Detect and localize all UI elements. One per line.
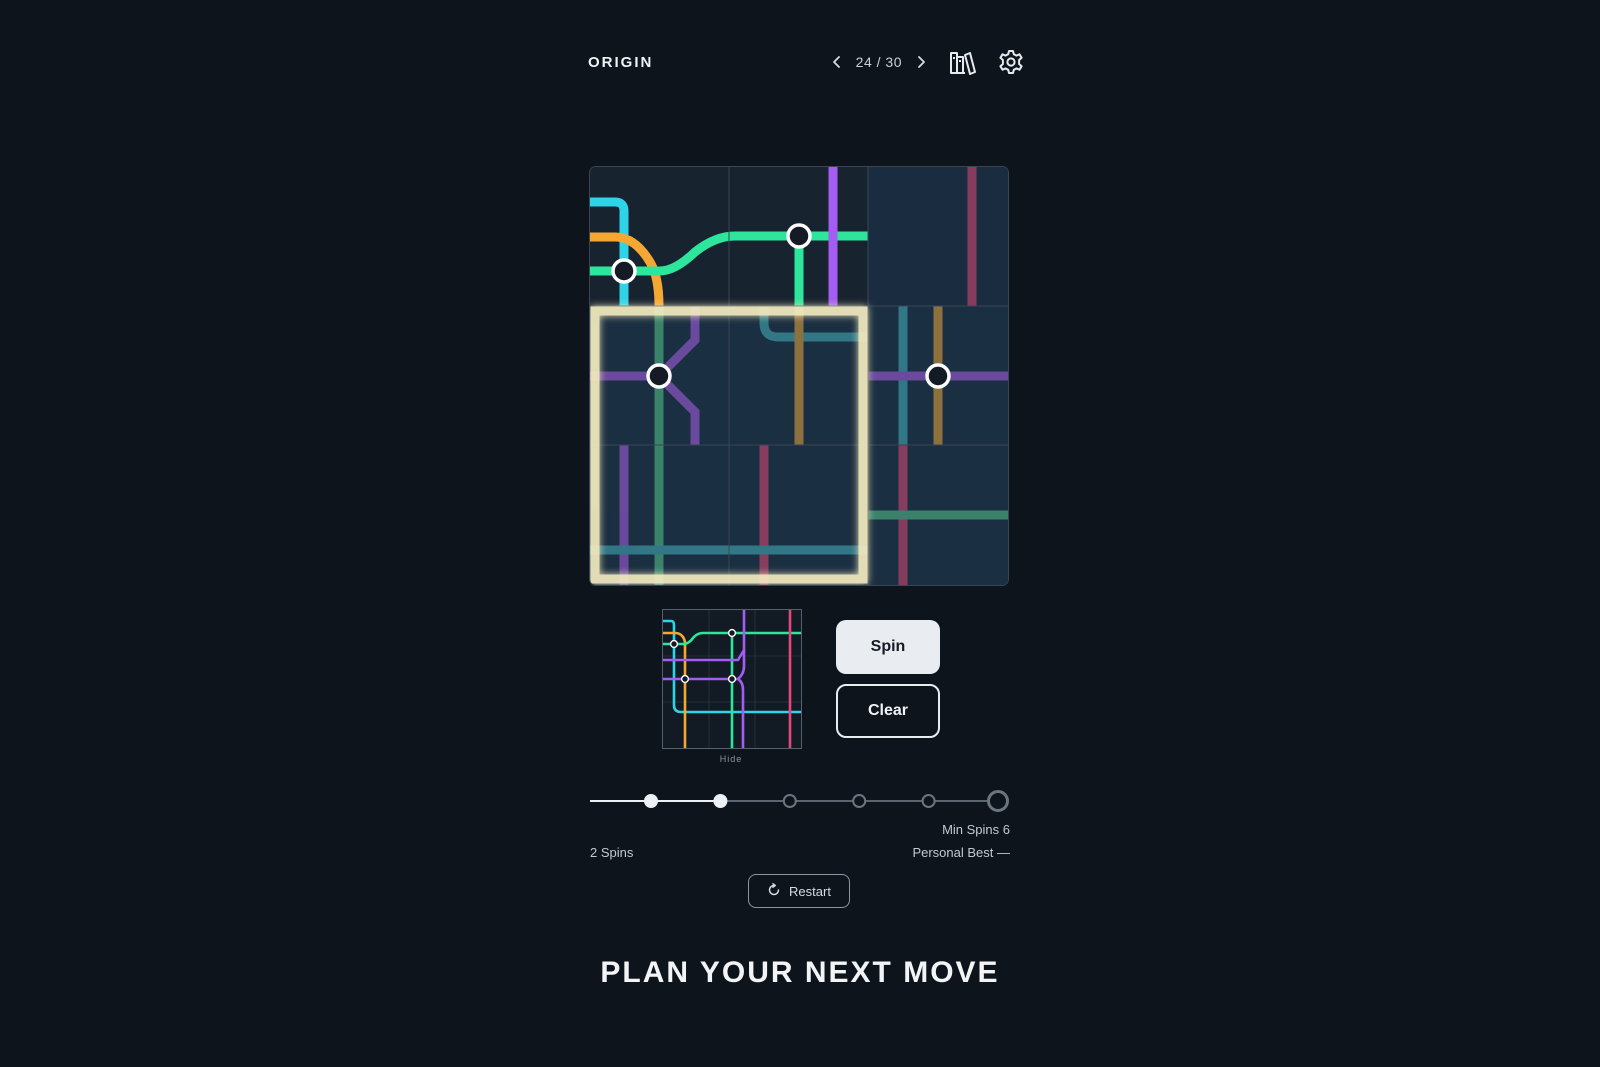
progress-step-dot [782, 794, 797, 808]
board-tile[interactable] [729, 445, 868, 585]
target-preview[interactable] [662, 609, 802, 749]
min-spins-label: Min Spins 6 [942, 822, 1010, 837]
chevron-left-icon[interactable] [828, 53, 846, 71]
header-bar: ORIGIN 24 / 30 [588, 46, 1026, 78]
clear-button[interactable]: Clear [836, 684, 940, 738]
preview-hide-toggle[interactable]: Hide [662, 754, 800, 764]
progress-step-dot [987, 790, 1009, 812]
progress-step-dot [921, 794, 936, 808]
personal-best-label: Personal Best — [912, 845, 1010, 860]
board-tile[interactable] [868, 167, 1008, 306]
station-node [611, 258, 637, 284]
preview-node [727, 628, 737, 638]
level-counter: 24 / 30 [855, 54, 902, 70]
restart-label: Restart [789, 883, 831, 899]
preview-line [737, 677, 745, 748]
header-controls: 24 / 30 [828, 47, 1026, 77]
board-canvas[interactable] [590, 167, 1008, 585]
preview-node [669, 639, 679, 649]
preview-node [727, 674, 737, 684]
station-node [925, 363, 951, 389]
app-title: ORIGIN [588, 53, 654, 71]
gear-icon[interactable] [996, 47, 1026, 77]
puzzle-board[interactable] [590, 167, 1008, 585]
spin-progress-track [590, 786, 1010, 816]
progress-step-dot [644, 794, 658, 808]
station-node [646, 363, 672, 389]
chevron-right-icon[interactable] [912, 53, 930, 71]
refresh-icon [767, 882, 781, 900]
preview-node [680, 674, 690, 684]
spin-button[interactable]: Spin [836, 620, 940, 674]
station-node [786, 223, 812, 249]
progress-step-dot [713, 794, 728, 808]
books-icon[interactable] [948, 47, 978, 77]
progress-step-dot [852, 794, 867, 808]
game-screen: ORIGIN 24 / 30 Hide Spin Clear Min Spins… [0, 0, 1600, 1067]
restart-button[interactable]: Restart [748, 874, 850, 908]
spins-count: 2 Spins [590, 845, 634, 860]
hint-banner: PLAN YOUR NEXT MOVE [600, 956, 1000, 989]
